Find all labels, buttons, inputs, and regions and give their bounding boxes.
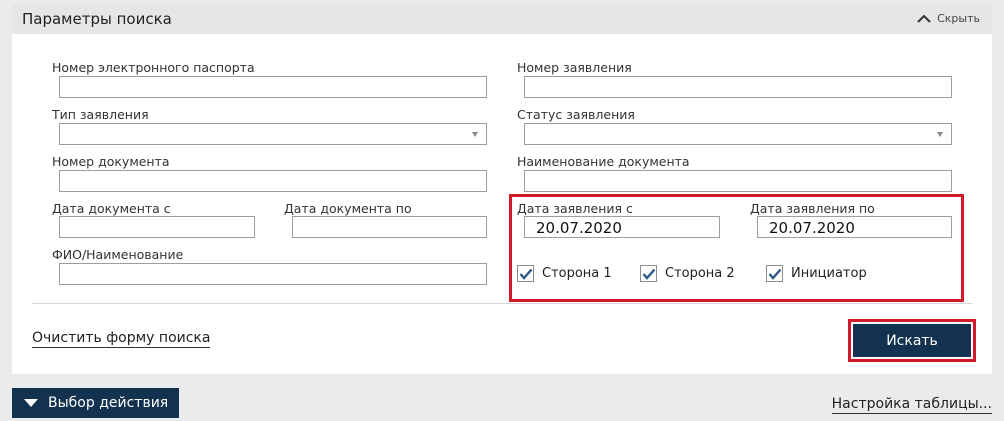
application-number-input[interactable] (524, 76, 952, 98)
passport-number-label: Номер электронного паспорта (52, 60, 255, 75)
document-date-from-label: Дата документа с (52, 201, 171, 216)
application-type-select[interactable] (59, 123, 487, 145)
passport-number-input[interactable] (59, 76, 487, 98)
table-settings-link[interactable]: Настройка таблицы... (831, 396, 992, 414)
full-name-input[interactable] (59, 263, 487, 285)
document-date-to-input[interactable] (292, 216, 487, 238)
panel-header: Параметры поиска Скрыть (12, 4, 992, 34)
application-type-label: Тип заявления (52, 107, 149, 122)
caret-down-icon (937, 132, 943, 137)
application-status-select[interactable] (524, 123, 952, 145)
application-number-label: Номер заявления (517, 60, 632, 75)
document-name-label: Наименование документа (517, 154, 690, 169)
caret-down-icon (472, 132, 478, 137)
document-date-from-input[interactable] (59, 216, 255, 238)
document-date-to-label: Дата документа по (284, 201, 412, 216)
triangle-down-icon (24, 399, 38, 407)
choose-action-button[interactable]: Выбор действия (12, 388, 179, 418)
application-status-label: Статус заявления (517, 107, 635, 122)
hide-label: Скрыть (937, 12, 980, 25)
chevron-up-icon (917, 14, 931, 23)
search-button[interactable]: Искать (853, 324, 971, 357)
highlight-frame (509, 194, 964, 302)
full-name-label: ФИО/Наименование (52, 247, 184, 262)
divider (32, 303, 972, 304)
hide-panel-toggle[interactable]: Скрыть (917, 12, 980, 25)
panel-title: Параметры поиска (22, 10, 172, 28)
document-number-input[interactable] (59, 170, 487, 192)
clear-form-link[interactable]: Очистить форму поиска (32, 330, 211, 348)
document-number-label: Номер документа (52, 154, 170, 169)
choose-action-label: Выбор действия (48, 395, 169, 411)
search-parameters-panel: Параметры поиска Скрыть Номер электронно… (12, 4, 992, 374)
document-name-input[interactable] (524, 170, 952, 192)
